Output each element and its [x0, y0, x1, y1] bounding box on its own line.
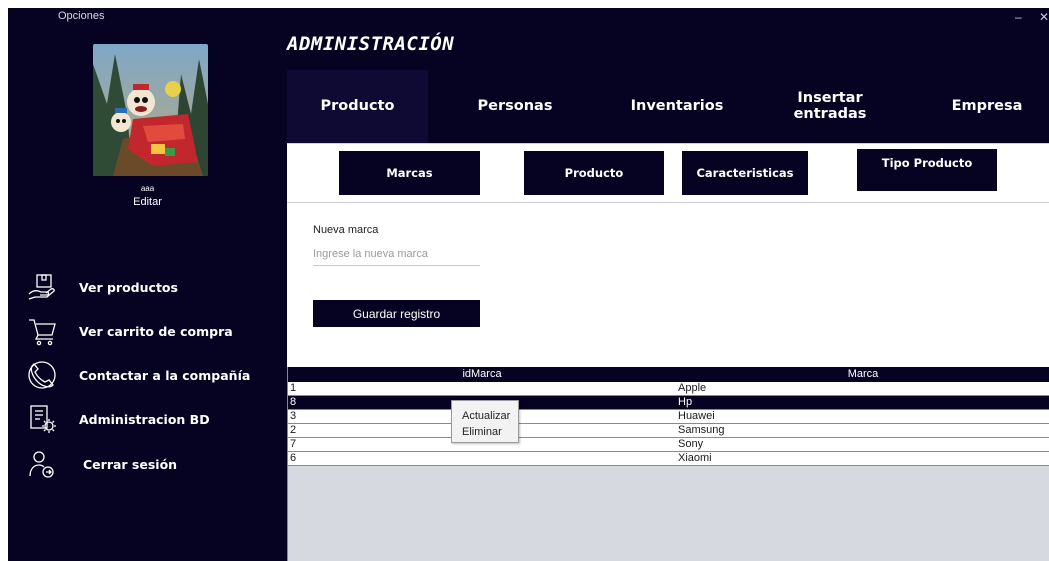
column-header-marca[interactable]: Marca	[676, 367, 1049, 382]
tab-empresa[interactable]: Empresa	[932, 70, 1042, 143]
tab-personas[interactable]: Personas	[460, 70, 570, 143]
subtab-marcas[interactable]: Marcas	[339, 151, 480, 195]
context-menu: Actualizar Eliminar	[451, 400, 519, 443]
phone-icon	[24, 357, 60, 393]
table-row[interactable]: 6 Xiaomi	[288, 452, 1049, 466]
sidebar-item-administracion-bd[interactable]: Administracion BD	[8, 399, 287, 439]
save-button[interactable]: Guardar registro	[313, 300, 480, 327]
database-gear-icon	[24, 401, 60, 437]
cell-idmarca: 3	[290, 410, 297, 422]
nueva-marca-label: Nueva marca	[313, 224, 379, 236]
cell-marca: Samsung	[678, 424, 725, 436]
cell-marca: Apple	[678, 382, 707, 394]
cell-idmarca: 2	[290, 424, 297, 436]
sidebar-item-carrito[interactable]: Ver carrito de compra	[8, 311, 287, 351]
box-hand-icon	[24, 269, 60, 305]
user-logout-icon	[24, 446, 60, 482]
cell-marca: Xiaomi	[678, 452, 712, 464]
table-row[interactable]: 2 Samsung	[288, 424, 1049, 438]
sidebar: Opciones aaa Editar Ver productos Ver ca…	[8, 8, 287, 561]
minimize-button[interactable]: –	[1015, 10, 1022, 24]
username: aaa	[140, 184, 155, 193]
subtab-tipo-producto[interactable]: Tipo Producto	[857, 149, 997, 191]
close-button[interactable]: ✕	[1039, 10, 1049, 24]
table-row[interactable]: 1 Apple	[288, 382, 1049, 396]
table-row-selected[interactable]: 8 Hp	[288, 396, 1049, 410]
sidebar-item-label: Contactar a la compañía	[79, 367, 251, 383]
sub-navigation: Marcas Producto Caracteristicas Tipo Pro…	[287, 143, 1049, 203]
sidebar-item-ver-productos[interactable]: Ver productos	[8, 267, 287, 307]
sidebar-item-contactar[interactable]: Contactar a la compañía	[8, 355, 287, 395]
header: – ✕ ADMINISTRACIÓN Producto Personas Inv…	[287, 8, 1049, 143]
tab-insertar-entradas[interactable]: Insertar entradas	[775, 70, 885, 143]
sidebar-item-label: Administracion BD	[79, 411, 210, 427]
column-header-idmarca[interactable]: idMarca	[288, 367, 676, 382]
cell-marca: Huawei	[678, 410, 715, 422]
context-menu-eliminar[interactable]: Eliminar	[462, 425, 502, 440]
subtab-producto[interactable]: Producto	[524, 151, 664, 195]
cell-idmarca: 8	[290, 396, 297, 408]
edit-profile-link[interactable]: Editar	[8, 196, 287, 208]
table-row[interactable]: 3 Huawei	[288, 410, 1049, 424]
cell-idmarca: 7	[290, 438, 297, 450]
sidebar-item-label: Cerrar sesión	[83, 456, 178, 472]
table-row[interactable]: 7 Sony	[288, 438, 1049, 452]
nueva-marca-input[interactable]	[313, 242, 480, 266]
cell-idmarca: 6	[290, 452, 297, 464]
sidebar-item-cerrar-sesion[interactable]: Cerrar sesión	[8, 444, 287, 484]
cell-idmarca: 1	[290, 382, 297, 394]
options-menu[interactable]: Opciones	[58, 10, 104, 22]
context-menu-actualizar[interactable]: Actualizar	[462, 409, 510, 424]
shopping-cart-icon	[24, 313, 60, 349]
tab-producto[interactable]: Producto	[287, 70, 428, 143]
avatar	[93, 44, 208, 176]
table-header: idMarca Marca	[288, 367, 1049, 382]
tab-inventarios[interactable]: Inventarios	[617, 70, 737, 143]
sidebar-item-label: Ver productos	[79, 279, 178, 295]
cell-marca: Sony	[678, 438, 704, 450]
page-title: ADMINISTRACIÓN	[287, 33, 455, 55]
sidebar-item-label: Ver carrito de compra	[79, 323, 233, 339]
marcas-table: idMarca Marca 1 Apple 8 Hp 3 Huawei 2 Sa…	[287, 367, 1049, 561]
avatar-image	[93, 44, 208, 176]
subtab-caracteristicas[interactable]: Caracteristicas	[682, 151, 808, 195]
cell-marca: Hp	[678, 396, 693, 408]
